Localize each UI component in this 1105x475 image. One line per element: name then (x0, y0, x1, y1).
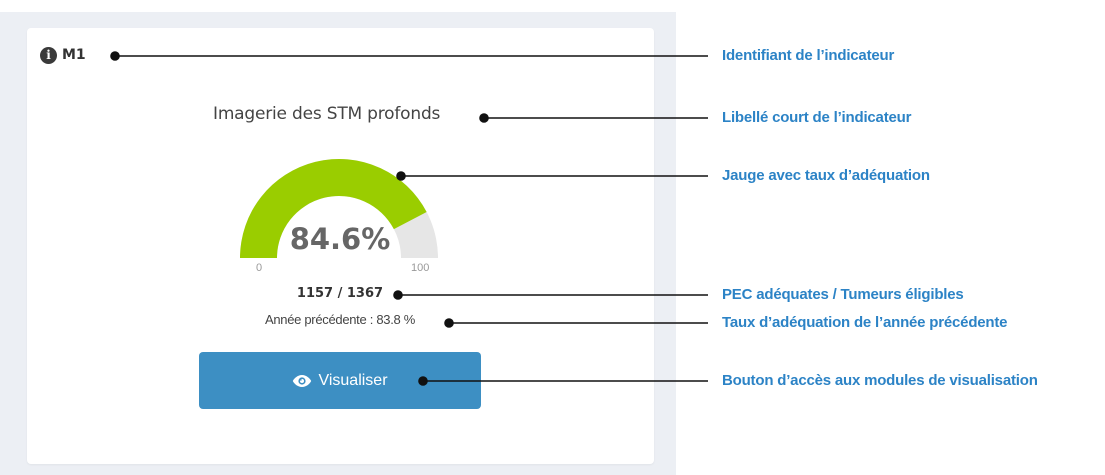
info-circle-icon[interactable]: i (40, 46, 57, 64)
visualize-button[interactable]: Visualiser (199, 352, 481, 409)
gauge-min-label: 0 (256, 262, 263, 274)
eye-icon (292, 374, 312, 388)
callout-gauge: Jauge avec taux d’adéquation (722, 167, 930, 184)
callout-previous-year: Taux d’adéquation de l’année précédente (722, 314, 1008, 331)
gauge-max-label: 100 (411, 262, 430, 274)
callout-indicator-label: Libellé court de l’indicateur (722, 109, 912, 126)
indicator-id: M1 (62, 47, 86, 63)
card-header: i M1 (40, 45, 86, 65)
gauge-value: 84.6% (289, 222, 391, 256)
indicator-label: Imagerie des STM profonds (213, 104, 441, 124)
callout-counts: PEC adéquates / Tumeurs éligibles (722, 286, 964, 303)
previous-year-rate: Année précédente : 83.8 % (264, 312, 416, 327)
callout-visualize-button: Bouton d’accès aux modules de visualisat… (722, 372, 1038, 389)
adequate-over-eligible-count: 1157 / 1367 (296, 286, 384, 301)
visualize-button-label: Visualiser (318, 371, 388, 389)
callout-indicator-id: Identifiant de l’indicateur (722, 47, 895, 64)
